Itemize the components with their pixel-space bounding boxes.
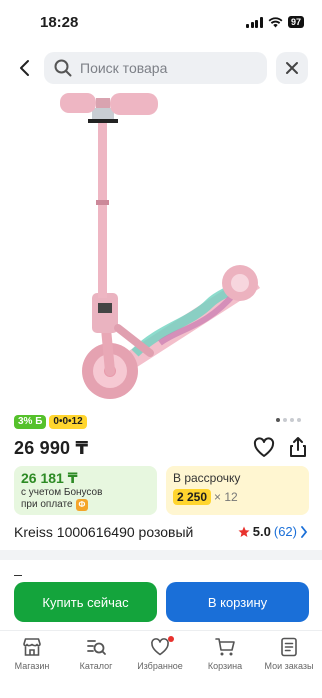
status-icons: 97 [246,16,304,28]
add-to-cart-button[interactable]: В корзину [166,582,309,622]
rating-link[interactable]: 5.0 (62) [238,524,308,539]
chevron-left-icon [20,60,29,76]
gallery-dot [276,418,280,422]
review-count: (62) [273,524,297,539]
cellular-signal-icon [246,16,263,28]
favorites-notification-dot [168,636,174,642]
catalog-search-icon [87,640,106,655]
tab-label-favorites: Избранное [137,661,183,671]
bonus-line2: при оплате [21,499,73,510]
status-time: 18:28 [40,14,79,31]
product-image[interactable] [40,88,290,408]
tab-label-cart: Корзина [207,661,243,671]
battery-indicator: 97 [287,16,304,28]
buy-now-button[interactable]: Купить сейчас [14,582,157,622]
orders-icon [281,637,297,657]
tab-store[interactable]: Магазин [2,636,62,671]
dash-divider [14,575,22,576]
wifi-icon [268,16,283,27]
store-icon [23,638,41,656]
tab-cart[interactable]: Корзина [195,636,255,671]
tab-label-catalog: Каталог [79,661,113,671]
close-icon [286,62,298,74]
gallery-dot [297,418,301,422]
tab-favorites[interactable]: Избранное [130,636,190,671]
tab-label-store: Магазин [14,661,50,671]
gallery-dot [290,418,294,422]
star-icon [238,526,250,537]
tab-label-orders: Мои заказы [264,661,314,671]
back-button[interactable] [12,56,36,80]
bottom-tab-bar: Магазин Каталог Избранное Корзина Мои за… [0,630,322,698]
search-icon [54,59,72,77]
promo-badges: 3% Б 0•0•12 [14,415,87,429]
bonus-badge: 3% Б [14,415,47,429]
bonus-line1: с учетом Бонусов [21,487,103,498]
installment-badge: 0•0•12 [49,415,87,429]
gallery-dots [276,418,301,422]
search-input[interactable] [80,60,240,76]
cart-icon [215,638,235,656]
product-price: 26 990 ₸ [14,438,89,458]
close-button[interactable] [276,52,308,84]
share-icon[interactable] [286,435,310,459]
bonus-line2-row: при оплате Ф [21,499,150,511]
gallery-dot [283,418,287,422]
installment-amount: 2 250 [173,489,212,505]
installment-card[interactable]: В рассрочку 2 250 × 12 [166,466,309,515]
installment-months: × 12 [214,490,238,504]
bonus-price-card[interactable]: 26 181 ₸ с учетом Бонусов при оплате Ф [14,466,157,515]
search-header [0,50,322,86]
product-title: Kreiss 1000616490 розовый [14,524,194,540]
search-box[interactable] [44,52,267,84]
tab-orders[interactable]: Мои заказы [259,636,319,671]
payment-f-badge: Ф [75,499,89,511]
rating-value: 5.0 [252,524,271,539]
installment-row: 2 250 × 12 [173,489,302,505]
installment-label: В рассрочку [173,471,241,485]
tab-catalog[interactable]: Каталог [66,636,126,671]
bonus-price: 26 181 ₸ [21,470,78,486]
favorite-heart-icon[interactable] [252,436,276,460]
status-bar: 18:28 97 [0,0,322,44]
chevron-right-icon [301,525,308,538]
section-divider [0,550,322,560]
